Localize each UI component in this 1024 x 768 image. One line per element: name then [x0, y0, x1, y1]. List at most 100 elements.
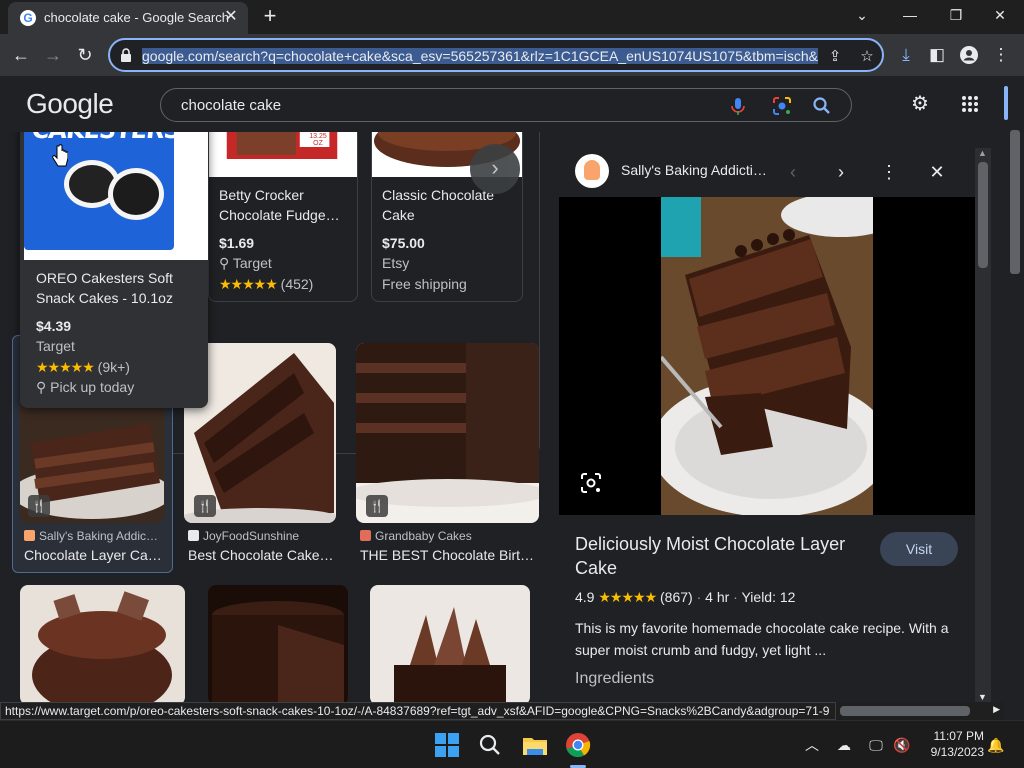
product-title: Classic Chocolate Cake — [382, 187, 495, 223]
system-clock[interactable]: 11:07 PM 9/13/2023 — [918, 728, 984, 760]
windows-taskbar: ︿ ☁ 🖵 🔇 11:07 PM 9/13/2023 🔔 — [0, 720, 1024, 768]
tab-close-icon[interactable]: ✕ — [222, 8, 240, 26]
recipe-utensils-icon: 🍴 — [366, 495, 388, 517]
scroll-up-arrow-icon[interactable]: ▲ — [978, 148, 987, 158]
previous-chevron-icon[interactable]: ‹ — [781, 160, 805, 184]
page-scrollbar-thumb[interactable] — [1010, 130, 1020, 274]
hover-card-title: OREO Cakesters Soft Snack Cakes - 10.1oz — [36, 270, 173, 306]
image-source: Grandbaby Cakes — [360, 529, 472, 543]
share-icon[interactable]: ⇪ — [824, 46, 846, 68]
network-monitor-icon[interactable]: 🖵 — [866, 735, 886, 755]
onedrive-cloud-icon[interactable]: ☁ — [834, 735, 854, 755]
product-card-betty-crocker[interactable]: 13.25 OZ Betty Crocker Chocolate Fudge… … — [208, 132, 358, 302]
search-box[interactable]: chocolate cake — [160, 88, 852, 122]
hover-card-price: $4.39 — [36, 318, 72, 334]
box-label: CAKESTERS — [31, 132, 182, 144]
lens-camera-icon[interactable] — [771, 95, 793, 117]
more-options-icon[interactable]: ⋮ — [877, 160, 901, 184]
image-title[interactable]: Chocolate Layer Ca… — [24, 547, 162, 563]
carousel-next-button[interactable]: › — [470, 144, 520, 194]
address-bar[interactable]: google.com/search?q=chocolate+cake&sca_e… — [108, 38, 884, 72]
panel-scrollbar[interactable]: ▲ ▼ — [975, 148, 991, 704]
link-status-bar: https://www.target.com/p/oreo-cakesters-… — [0, 702, 836, 720]
product-rating: ★★★★★ (452) — [219, 276, 314, 292]
show-hidden-icons-chevron-icon[interactable]: ︿ — [802, 735, 822, 755]
scroll-right-arrow-icon[interactable]: ▶ — [993, 704, 1000, 715]
lock-icon — [121, 48, 131, 62]
search-icon[interactable] — [811, 95, 833, 117]
product-store: ⚲ Target — [219, 255, 272, 271]
windows-start-icon[interactable] — [431, 729, 463, 761]
microphone-icon[interactable] — [727, 95, 749, 117]
back-arrow-icon[interactable]: ← — [8, 42, 34, 68]
hover-card-store: Target — [36, 338, 75, 354]
image-result-row3-1[interactable] — [20, 585, 185, 704]
tab-active[interactable]: G chocolate cake - Google Search ✕ — [8, 2, 248, 34]
close-window-button[interactable]: ✕ — [984, 4, 1016, 26]
image-viewer-panel: Sally's Baking Addicti… ‹ › ⋮ ✕ Deliciou… — [559, 148, 975, 704]
search-query[interactable]: chocolate cake — [181, 97, 281, 114]
google-logo[interactable]: Google — [26, 88, 114, 120]
product-price: $75.00 — [382, 235, 425, 251]
image-result-row3-2[interactable] — [208, 585, 348, 704]
image-title[interactable]: Best Chocolate Cake… — [188, 547, 334, 563]
image-result-row3-3[interactable] — [370, 585, 530, 704]
location-pin-icon: ⚲ — [36, 379, 51, 395]
apps-grid-icon[interactable] — [958, 92, 982, 116]
side-panel-icon[interactable]: ◧ — [924, 42, 950, 68]
panel-main-image[interactable] — [661, 197, 873, 515]
recipe-utensils-icon: 🍴 — [194, 495, 216, 517]
bookmark-star-icon[interactable]: ☆ — [856, 46, 878, 68]
menu-kebab-icon[interactable]: ⋮ — [988, 42, 1014, 68]
volume-muted-icon[interactable]: 🔇 — [892, 735, 912, 755]
google-header: Google chocolate cake ⚙ — [0, 76, 1004, 132]
notification-bell-icon[interactable]: 🔔 — [986, 735, 1006, 755]
lens-search-icon[interactable] — [579, 471, 603, 495]
next-chevron-icon[interactable]: › — [829, 160, 853, 184]
scroll-down-arrow-icon[interactable]: ▼ — [978, 692, 987, 702]
chevron-right-icon: › — [491, 155, 499, 180]
profile-avatar-icon[interactable] — [956, 42, 982, 68]
reload-icon[interactable]: ↻ — [72, 42, 98, 68]
image-result-joyfoodsunshine[interactable]: 🍴 JoyFoodSunshine Best Chocolate Cake… — [184, 343, 344, 569]
horizontal-scrollbar-thumb[interactable] — [840, 706, 970, 716]
product-title: Betty Crocker Chocolate Fudge… — [219, 187, 340, 223]
url-text[interactable]: google.com/search?q=chocolate+cake&sca_e… — [142, 47, 818, 67]
panel-scrollbar-thumb[interactable] — [978, 162, 988, 268]
tab-strip: G chocolate cake - Google Search ✕ + ⌄ —… — [0, 0, 1024, 34]
panel-image-frame — [559, 197, 975, 515]
horizontal-scrollbar[interactable]: ▶ — [836, 702, 1004, 720]
page-scrollbar[interactable] — [1004, 76, 1024, 704]
hover-card-rating: ★★★★★ (9k+) — [36, 359, 130, 375]
ingredients-heading: Ingredients — [575, 670, 655, 687]
file-explorer-icon[interactable] — [519, 729, 551, 761]
download-icon[interactable]: ⤓ — [893, 42, 919, 68]
account-indicator — [1004, 86, 1008, 120]
google-favicon-icon: G — [20, 10, 36, 26]
free-shipping-label: Free shipping — [382, 276, 467, 292]
panel-header: Sally's Baking Addicti… ‹ › ⋮ ✕ — [559, 148, 975, 196]
new-tab-button[interactable]: + — [258, 4, 282, 28]
image-result-grandbaby[interactable]: 🍴 Grandbaby Cakes THE BEST Chocolate Bir… — [356, 343, 540, 569]
recipe-utensils-icon: 🍴 — [28, 495, 50, 517]
restore-button[interactable]: ❐ — [940, 4, 972, 26]
visit-button[interactable]: Visit — [880, 532, 958, 566]
settings-gear-icon[interactable]: ⚙ — [908, 92, 932, 116]
taskbar-search-icon[interactable] — [474, 729, 506, 761]
recipe-description: This is my favorite homemade chocolate c… — [575, 620, 949, 658]
tab-title: chocolate cake - Google Search — [44, 10, 229, 25]
hand-cursor-icon — [52, 144, 68, 167]
browser-toolbar: ← → ↻ google.com/search?q=chocolate+cake… — [0, 34, 1024, 76]
panel-site-name[interactable]: Sally's Baking Addicti… — [621, 162, 767, 178]
tab-search-chevron-down-icon[interactable]: ⌄ — [846, 4, 878, 26]
chrome-icon[interactable] — [562, 729, 594, 761]
image-title[interactable]: THE BEST Chocolate Birt… — [360, 547, 534, 563]
cookie-graphic — [108, 168, 164, 220]
forward-arrow-icon[interactable]: → — [40, 42, 66, 68]
hover-card-pickup: ⚲ Pick up today — [36, 379, 135, 395]
minimize-button[interactable]: — — [894, 4, 926, 26]
product-hover-card-oreo[interactable]: CAKESTERS OREO Cakesters Soft Snack Cake… — [20, 132, 208, 408]
close-panel-icon[interactable]: ✕ — [925, 160, 949, 184]
recipe-title[interactable]: Deliciously Moist Chocolate Layer Cake — [575, 532, 875, 580]
product-store: Etsy — [382, 255, 410, 271]
